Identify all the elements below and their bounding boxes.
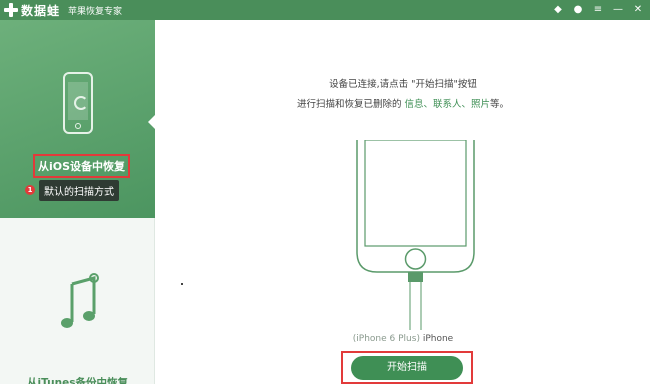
phone-sync-icon [63,72,93,134]
sidebar: 从iOS设备中恢复 1 默认的扫描方式 从iTunes备份中恢复 [0,20,156,384]
instruction-prefix: 进行扫描和恢复已删除的 [296,99,402,110]
sidebar-item-label: 从iOS设备中恢复 [33,154,131,178]
link-contacts: 联系人、 [433,99,472,110]
link-photos: 照片 [471,99,491,110]
device-illustration [356,140,475,330]
app-name: 数据蛙 [21,3,61,18]
chat-icon[interactable]: ● [572,3,584,17]
music-note-icon [61,273,99,328]
device-name: iPhone [422,334,454,344]
connected-device-label: (iPhone 6 Plus) iPhone [156,334,650,344]
start-scan-highlight: 开始扫描 [341,351,473,384]
diamond-icon[interactable]: ◆ [552,3,564,17]
link-messages: 信息、 [404,99,433,110]
sidebar-item-label: 从iTunes备份中恢复 [27,377,128,384]
app-logo: 数据蛙 [4,1,60,19]
menu-icon[interactable]: ≡ [592,3,604,17]
phone-screen [68,82,88,120]
title-bar: 数据蛙 苹果恢复专家 ◆ ● ≡ — ✕ [0,0,650,20]
sidebar-item-ios-recovery[interactable]: 从iOS设备中恢复 1 默认的扫描方式 [0,20,155,218]
minimize-icon[interactable]: — [612,3,624,17]
titlebar-controls: ◆ ● ≡ — ✕ [552,3,644,17]
instruction-suffix: 等。 [490,99,510,110]
main-panel: 设备已连接,请点击 "开始扫描"按钮 进行扫描和恢复已删除的 信息、联系人、照片… [156,20,650,384]
default-scan-tooltip: 默认的扫描方式 [39,180,119,201]
plus-logo-icon [4,3,18,17]
instruction-line-1: 设备已连接,请点击 "开始扫描"按钮 [329,79,477,90]
info-badge: 1 [25,185,35,195]
stray-dot [181,283,183,285]
device-model: (iPhone 6 Plus) [352,334,420,344]
active-pointer-arrow [148,114,156,130]
phone-home-button [75,123,81,129]
start-scan-button[interactable]: 开始扫描 [351,356,463,380]
instruction-line-2: 进行扫描和恢复已删除的 信息、联系人、照片等。 [156,96,650,110]
app-subtitle: 苹果恢复专家 [68,7,123,17]
close-icon[interactable]: ✕ [632,3,644,17]
refresh-icon [74,96,88,110]
